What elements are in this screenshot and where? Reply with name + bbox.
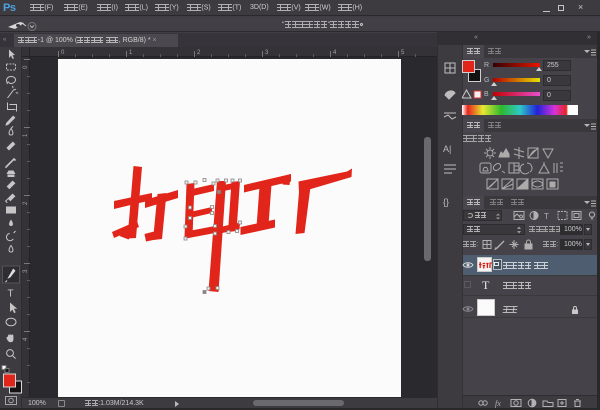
svg-text:3: 3 (265, 50, 269, 56)
svg-text:{}: {} (443, 197, 449, 207)
svg-text:0: 0 (23, 65, 29, 69)
svg-text:1: 1 (23, 133, 29, 137)
svg-text:1: 1 (129, 50, 133, 56)
svg-text:4: 4 (333, 50, 337, 56)
svg-text:A|: A| (443, 144, 451, 154)
svg-text:5: 5 (401, 50, 405, 56)
svg-text:T: T (544, 212, 549, 221)
svg-text:T: T (8, 289, 14, 300)
svg-text:2: 2 (23, 201, 29, 205)
svg-text:3: 3 (23, 269, 29, 273)
svg-text:4: 4 (23, 337, 29, 341)
svg-text:2: 2 (197, 50, 201, 56)
svg-text:fx: fx (495, 399, 501, 408)
svg-text:0: 0 (61, 50, 65, 56)
